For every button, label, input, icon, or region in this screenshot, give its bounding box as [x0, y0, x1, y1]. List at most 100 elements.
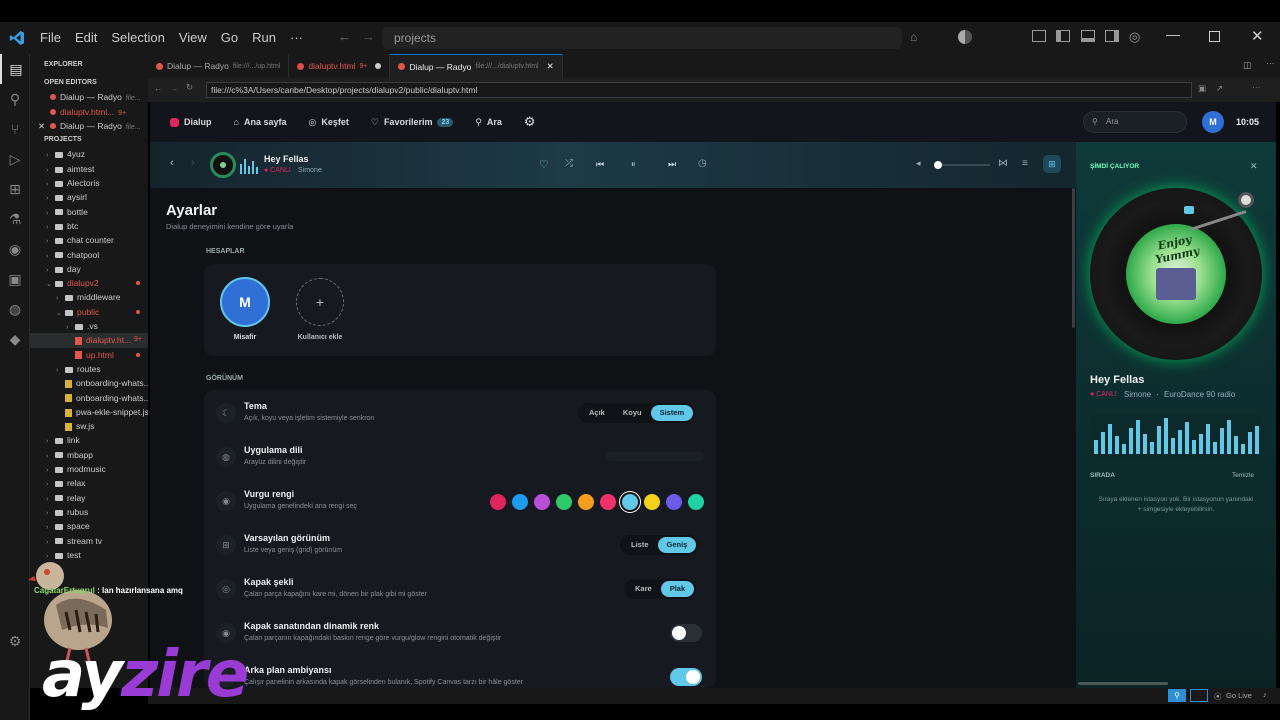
accent-swatch[interactable] [688, 494, 704, 510]
browser-back-icon[interactable]: ← [154, 83, 163, 93]
open-editor-item[interactable]: dialuptv.html... 9+ [30, 105, 148, 119]
accent-swatch[interactable] [490, 494, 506, 510]
zoom-icon[interactable]: ⚲ [1168, 689, 1186, 702]
theme-option-dark[interactable]: Koyu [614, 405, 651, 421]
tree-item[interactable]: › modmusic [30, 462, 148, 476]
tree-item[interactable]: › space [30, 519, 148, 533]
tree-item[interactable]: sw.js [30, 419, 148, 433]
language-select[interactable] [606, 452, 704, 461]
split-editor-icon[interactable]: ◫ [1243, 60, 1251, 71]
accent-swatch[interactable] [534, 494, 550, 510]
accent-swatch[interactable] [512, 494, 528, 510]
dynamic-color-toggle[interactable] [670, 624, 702, 642]
browser-forward-icon[interactable]: → [170, 83, 179, 93]
browser-more-icon[interactable]: ··· [1252, 82, 1261, 92]
tree-item[interactable]: onboarding-whats... [30, 391, 148, 405]
back-arrow-icon[interactable]: ← [338, 29, 351, 44]
projects-title[interactable]: PROJECTS [30, 133, 148, 147]
tree-item[interactable]: › 4yuz [30, 147, 148, 161]
sleep-timer-icon[interactable]: ◷ [698, 158, 707, 169]
layout-customize-icon[interactable] [1032, 30, 1046, 42]
search-icon[interactable]: ⚲ [0, 84, 30, 114]
command-center[interactable]: projects [382, 27, 902, 49]
menu-more[interactable]: ··· [290, 30, 303, 45]
explorer-icon[interactable]: ▤ [0, 54, 30, 84]
accounts-icon[interactable] [958, 30, 972, 44]
prev-page-icon[interactable]: ‹ [170, 157, 174, 169]
tree-item[interactable]: ⌄ dialupv2 [30, 276, 148, 290]
notifications-icon[interactable]: ♪ [1263, 690, 1267, 699]
queue-icon[interactable]: ≡ [1022, 158, 1028, 169]
tree-item[interactable]: › chatpool [30, 248, 148, 262]
app-search-input[interactable]: ⚲ Ara [1083, 111, 1187, 133]
tree-item[interactable]: › bottle [30, 205, 148, 219]
menu-run[interactable]: Run [252, 30, 276, 45]
settings-gear-icon[interactable]: ⚙ [524, 114, 536, 130]
tree-item[interactable]: › relax [30, 476, 148, 490]
next-page-icon[interactable]: › [191, 157, 195, 169]
devtools-icon[interactable]: ▣ [1198, 83, 1206, 94]
source-control-icon[interactable]: ⑂ [0, 114, 30, 144]
python-icon[interactable]: ◆ [0, 324, 30, 354]
next-track-icon[interactable]: ⏭ [668, 159, 676, 170]
tab-dialuptv-html[interactable]: dialuptv.html 9+ [289, 54, 391, 78]
view-option-grid[interactable]: Geniş [657, 537, 697, 553]
user-avatar[interactable]: M [1202, 111, 1224, 133]
run-debug-icon[interactable]: ▷ [0, 144, 30, 174]
browser-reload-icon[interactable]: ↻ [186, 82, 193, 93]
copilot-icon[interactable]: ⌂ [910, 30, 917, 44]
layout-status-icon[interactable] [1190, 689, 1208, 702]
theme-option-light[interactable]: Açık [580, 405, 614, 421]
testing-icon[interactable]: ⚗ [0, 204, 30, 234]
tree-item[interactable]: pwa-ekle-snippet.js [30, 405, 148, 419]
docker-icon[interactable]: ▣ [0, 264, 30, 294]
previous-track-icon[interactable]: ⏮ [596, 159, 604, 170]
add-user-button[interactable]: + [296, 278, 344, 326]
more-actions-icon[interactable]: ··· [1266, 58, 1275, 68]
unsaved-dot-icon[interactable] [375, 63, 382, 69]
tree-item[interactable]: onboarding-whats... [30, 376, 148, 390]
tab-dialup-active[interactable]: Dialup — Radyo file:///.../dialuptv.html ✕ [390, 54, 563, 78]
close-editor-icon[interactable]: ✕ [38, 119, 45, 133]
tree-item[interactable]: › rubus [30, 505, 148, 519]
tree-item[interactable]: › routes [30, 362, 148, 376]
brand-logo[interactable]: Dialup [170, 117, 212, 127]
open-editor-item[interactable]: Dialup — Radyo file... [30, 90, 148, 104]
tree-item[interactable]: › relay [30, 491, 148, 505]
toggle-secondary-sidebar-icon[interactable] [1105, 30, 1119, 42]
menu-view[interactable]: View [179, 30, 207, 45]
accent-swatch[interactable] [556, 494, 572, 510]
view-option-list[interactable]: Liste [622, 537, 658, 553]
cover-option-vinyl[interactable]: Plak [660, 581, 695, 597]
open-editors-title[interactable]: OPEN EDITORS [30, 76, 148, 90]
browser-settings-icon[interactable]: ↗ [1216, 83, 1223, 94]
nav-favorites[interactable]: ♡ Favorilerim 23 [371, 117, 454, 128]
close-panel-icon[interactable]: ✕ [1250, 161, 1258, 172]
close-tab-icon[interactable]: ✕ [547, 61, 554, 72]
content-scrollbar[interactable] [1072, 188, 1075, 328]
tree-item[interactable]: › Alectoris [30, 176, 148, 190]
toggle-panel-icon[interactable] [1081, 30, 1095, 42]
nav-explore[interactable]: ◎ Keşfet [308, 117, 348, 128]
extensions-icon[interactable]: ⊞ [0, 174, 30, 204]
nav-home[interactable]: ⌂ Ana sayfa [234, 117, 287, 127]
accent-swatch[interactable] [578, 494, 594, 510]
go-live-label[interactable]: Go Live [1226, 691, 1252, 700]
ambient-toggle[interactable] [670, 668, 702, 686]
tree-item[interactable]: › chat counter [30, 233, 148, 247]
tree-item[interactable]: ⌄ public [30, 305, 148, 319]
tree-item[interactable]: up.html [30, 348, 148, 362]
queue-clear-button[interactable]: Temizle [1232, 472, 1254, 479]
pause-icon[interactable]: ⏸ [631, 159, 636, 170]
panel-scrollbar[interactable] [1078, 682, 1168, 685]
accent-swatch[interactable] [600, 494, 616, 510]
tree-item[interactable]: › link [30, 433, 148, 447]
tree-item[interactable]: › stream tv [30, 534, 148, 548]
volume-icon[interactable]: ◂ [916, 158, 921, 169]
close-window-icon[interactable]: ✕ [1251, 27, 1264, 45]
tree-item[interactable]: › day [30, 262, 148, 276]
toggle-sidebar-icon[interactable] [1056, 30, 1070, 42]
tree-item[interactable]: dialuptv.ht... 9+ [30, 333, 148, 348]
menu-go[interactable]: Go [221, 30, 238, 45]
tree-item[interactable]: › middleware [30, 290, 148, 304]
